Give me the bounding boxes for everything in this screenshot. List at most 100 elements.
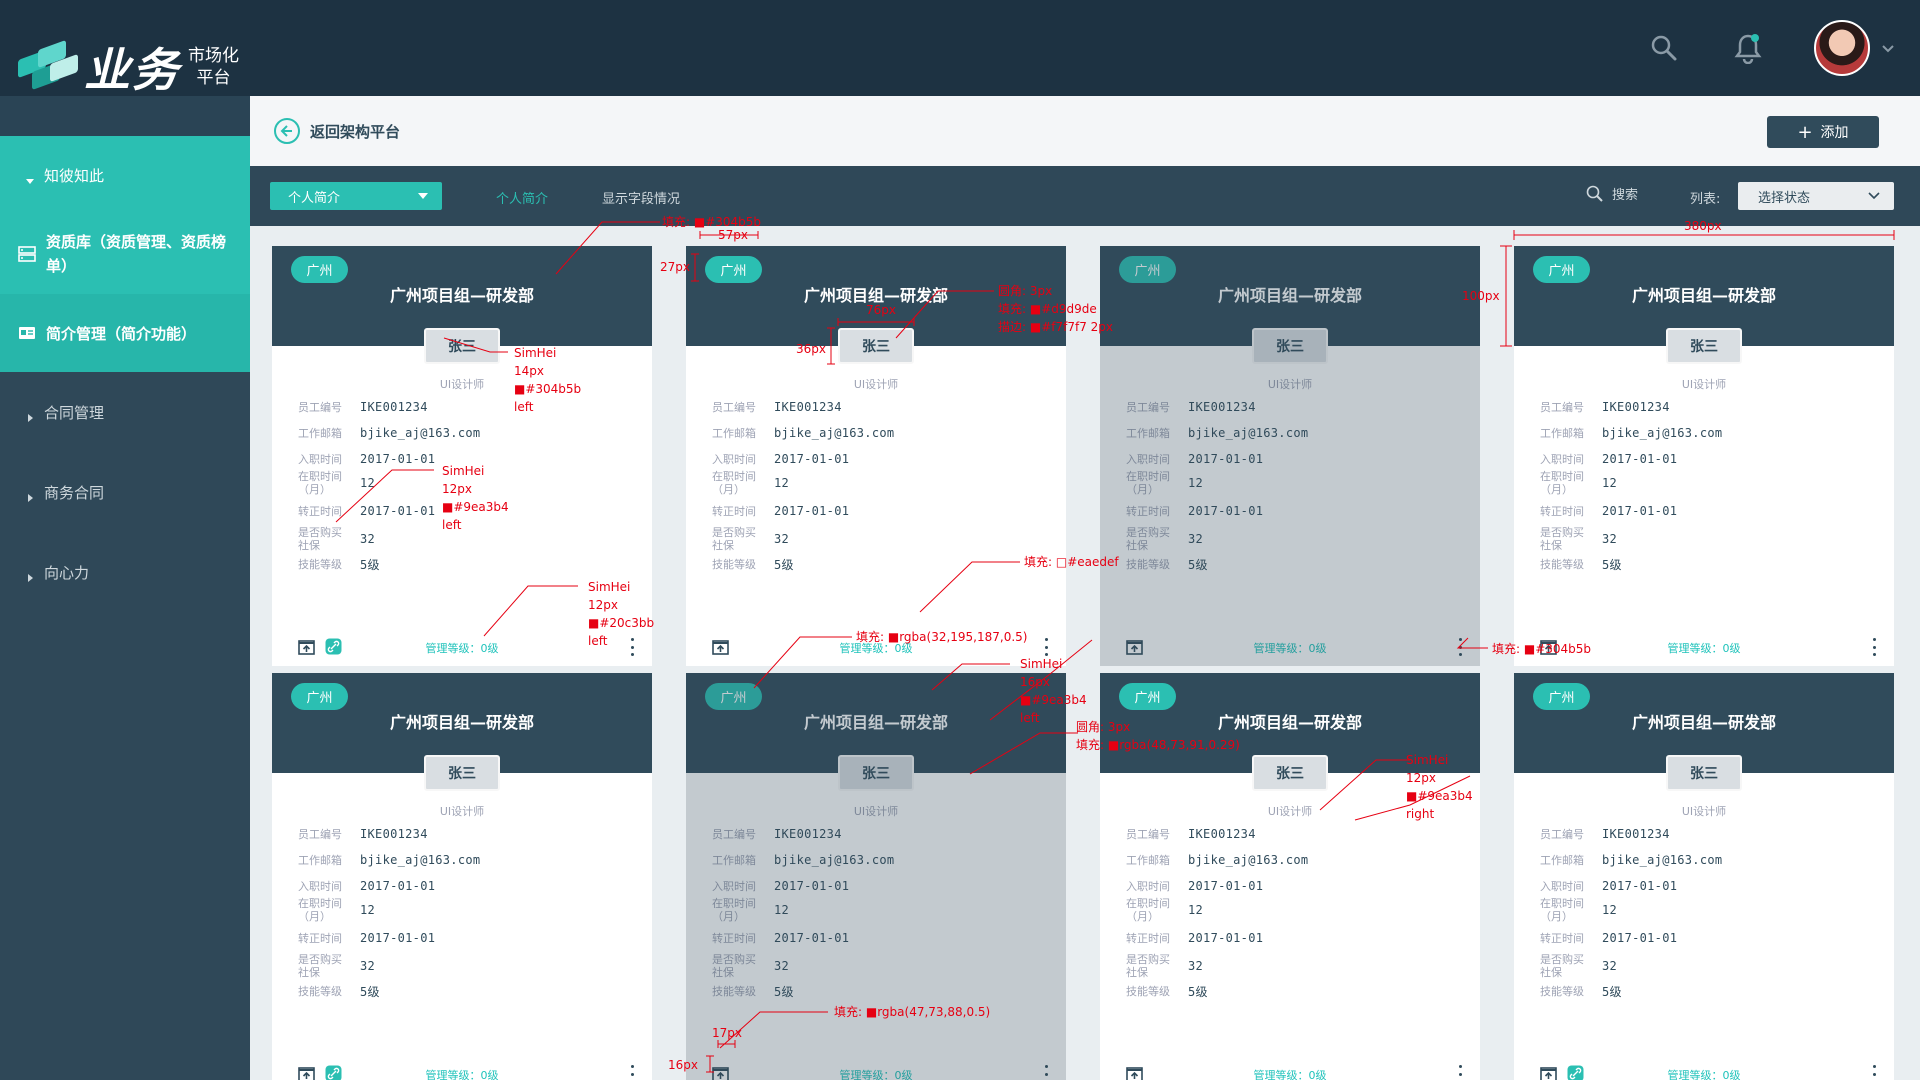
chevron-down-icon[interactable]: [1880, 40, 1896, 56]
field-value: bjike_aj@163.com: [1602, 426, 1723, 440]
more-options-icon[interactable]: [1455, 1065, 1465, 1080]
field-email: 工作邮箱 bjike_aj@163.com: [1514, 426, 1894, 440]
field-skill: 技能等级 5级: [1514, 556, 1894, 573]
role-label: UI设计师: [853, 805, 899, 818]
annotation: 57px: [718, 228, 748, 242]
field-value: 2017-01-01: [360, 931, 436, 945]
annotation: 16px: [668, 1058, 698, 1072]
sidebar-item-label: 资质库（资质管理、资质榜单）: [46, 233, 227, 275]
field-value: IKE001234: [1602, 400, 1670, 414]
chevron-down-icon: [1868, 190, 1880, 200]
field-label-line: （月）: [298, 483, 331, 496]
field-label: 是否购买 社保: [686, 526, 774, 552]
sidebar-item-profile[interactable]: 简介管理（简介功能）: [0, 294, 250, 372]
tab-profile[interactable]: 个人简介: [496, 188, 548, 207]
field-label: 转正时间: [1126, 504, 1170, 518]
annotation: 圆角: 3px: [1076, 720, 1131, 734]
field-label: 员工编号: [712, 400, 756, 414]
field-value: IKE001234: [774, 400, 842, 414]
field-value: 12: [774, 476, 790, 490]
field-skill: 技能等级 5级: [1514, 983, 1894, 1000]
caret-right-icon: [26, 568, 34, 582]
sidebar-item-contract[interactable]: 合同管理: [0, 372, 250, 452]
search-icon[interactable]: [1646, 30, 1682, 66]
logo-sub-text: 市场化 平台: [188, 45, 239, 89]
field-email: 工作邮箱 bjike_aj@163.com: [272, 426, 652, 440]
field-value: 32: [774, 959, 790, 973]
profile-type-dropdown[interactable]: 个人简介: [270, 182, 442, 210]
field-label-line: 是否购买: [1540, 526, 1584, 539]
field-insurance: 是否购买 社保 32: [686, 953, 1066, 979]
field-value: 2017-01-01: [1188, 879, 1264, 893]
sidebar-item-qualification[interactable]: 资质库（资质管理、资质榜单）: [0, 214, 250, 294]
field-join-date: 入职时间 2017-01-01: [686, 879, 1066, 893]
field-value: bjike_aj@163.com: [360, 426, 481, 440]
card-title: 广州项目组—研发部: [803, 713, 948, 732]
profile-card[interactable]: 广州 广州项目组—研发部 张三 UI设计师 员工编号 IKE001234 工作邮…: [1100, 673, 1480, 1080]
annotation: right: [1406, 807, 1435, 821]
field-regular: 转正时间 2017-01-01: [1100, 931, 1480, 945]
role-label: UI设计师: [439, 378, 485, 391]
sidebar-item-cohesion[interactable]: 向心力: [0, 532, 250, 612]
annotation: 填充: □#eaedef: [1024, 555, 1119, 569]
city-tag: 广州: [291, 256, 348, 283]
field-value: IKE001234: [1188, 827, 1256, 841]
field-label: 是否购买 社保: [272, 526, 360, 552]
field-value: 5级: [1188, 558, 1208, 572]
annotation: SimHei: [588, 580, 631, 594]
field-value: bjike_aj@163.com: [774, 426, 895, 440]
profile-card[interactable]: 广州 广州项目组—研发部 张三 UI设计师 员工编号 IKE001234 工作邮…: [1514, 246, 1894, 666]
more-options-icon[interactable]: [627, 1065, 637, 1080]
field-value: 2017-01-01: [1602, 931, 1678, 945]
field-label: 工作邮箱: [298, 853, 342, 867]
field-label: 工作邮箱: [1126, 853, 1170, 867]
field-label-line: 是否购买: [1126, 953, 1170, 966]
profile-card[interactable]: 广州 广州项目组—研发部 张三 UI设计师 员工编号 IKE001234 工作邮…: [1514, 673, 1894, 1080]
management-level: 管理等级：0级: [425, 1069, 499, 1080]
field-label-line: 是否购买: [1126, 526, 1170, 539]
annotation: SimHei: [1020, 657, 1063, 671]
card-footer: 管理等级：0级: [272, 1053, 652, 1080]
sidebar-item-business-contract[interactable]: 商务合同: [0, 452, 250, 532]
profile-card[interactable]: 广州 广州项目组—研发部 张三 UI设计师 员工编号 IKE001234 工作邮…: [1100, 246, 1480, 666]
search-button[interactable]: 搜索: [1586, 184, 1638, 203]
field-regular: 转正时间 2017-01-01: [686, 504, 1066, 518]
field-value: 5级: [774, 985, 794, 999]
more-options-icon[interactable]: [1041, 1065, 1051, 1080]
management-level: 管理等级：0级: [1253, 642, 1327, 655]
field-label: 入职时间: [712, 879, 756, 893]
field-value: 2017-01-01: [774, 452, 850, 466]
field-insurance: 是否购买 社保 32: [1514, 953, 1894, 979]
annotation: 填充: ■rgba(48,73,91,0.29): [1076, 738, 1240, 752]
add-button[interactable]: + 添加: [1767, 116, 1879, 148]
plus-icon: +: [1797, 121, 1813, 143]
status-select[interactable]: 选择状态: [1738, 182, 1894, 210]
field-value: 2017-01-01: [1602, 879, 1678, 893]
more-options-icon[interactable]: [1869, 1065, 1879, 1080]
annotation: 圆角: 3px: [998, 284, 1053, 298]
field-label: 转正时间: [298, 504, 342, 518]
field-label: 技能等级: [298, 985, 342, 998]
profile-card[interactable]: 广州 广州项目组—研发部 张三 UI设计师 员工编号 IKE001234 工作邮…: [272, 673, 652, 1080]
more-options-icon[interactable]: [627, 638, 637, 656]
more-options-icon[interactable]: [1041, 638, 1051, 656]
bell-icon[interactable]: [1730, 30, 1766, 66]
caret-right-icon: [26, 488, 34, 502]
field-value: 2017-01-01: [1602, 504, 1678, 518]
tab-field-display[interactable]: 显示字段情况: [602, 188, 680, 207]
field-label-line: 在职时间: [298, 470, 342, 483]
field-insurance: 是否购买 社保 32: [272, 526, 652, 552]
field-label: 转正时间: [712, 504, 756, 518]
user-avatar[interactable]: [1814, 20, 1870, 76]
city-tag: 广州: [705, 683, 762, 710]
back-button[interactable]: 返回架构平台: [274, 118, 400, 144]
sidebar-item-zhibizhici[interactable]: 知彼知此: [0, 136, 250, 214]
field-regular: 转正时间 2017-01-01: [1514, 931, 1894, 945]
field-label: 技能等级: [712, 985, 756, 998]
field-label: 技能等级: [1126, 985, 1170, 998]
more-options-icon[interactable]: [1869, 638, 1879, 656]
field-label: 技能等级: [298, 558, 342, 571]
back-bar: 返回架构平台 + 添加: [250, 96, 1920, 166]
sidebar-item-label: 向心力: [44, 563, 90, 582]
more-options-icon[interactable]: [1455, 638, 1465, 656]
